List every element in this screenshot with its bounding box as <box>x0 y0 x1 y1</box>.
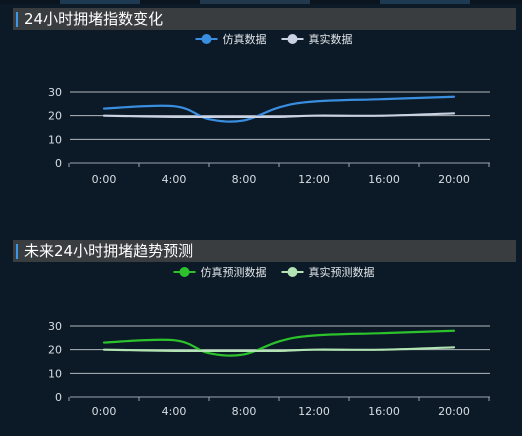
chart-congestion-forecast: 仿真预测数据 真实预测数据 0 10 20 30 0:00 4:00 8:00 12:00 16:0… <box>48 265 490 418</box>
x-tick-label: 8:00 <box>232 405 257 418</box>
series-line <box>102 346 456 353</box>
chart-congestion-index: 仿真数据 真实数据 0 10 20 30 0:00 4:00 8:00 12:00 16:00 20:… <box>48 32 490 186</box>
x-tick-label: 16:00 <box>368 405 400 418</box>
x-tick-label: 0:00 <box>92 173 117 186</box>
legend-dot-icon <box>201 34 212 44</box>
x-tick-label: 16:00 <box>368 173 400 186</box>
series-line <box>102 112 456 119</box>
x-tick-label: 4:00 <box>162 173 187 186</box>
y-tick-label: 0 <box>55 391 62 404</box>
legend-dot-icon <box>287 34 298 44</box>
chart-panel-congestion-index: 24小时拥堵指数变化 仿真数据 真实数据 0 10 20 30 0:00 4:00 8:00 12… <box>13 8 516 213</box>
legend-label: 真实数据 <box>309 32 353 46</box>
y-tick-label: 30 <box>48 86 62 99</box>
legend-dot-icon <box>179 267 190 277</box>
x-tick-label: 12:00 <box>298 405 330 418</box>
x-tick-label: 20:00 <box>438 173 470 186</box>
top-strip <box>0 0 522 4</box>
legend-item[interactable]: 真实预测数据 <box>281 265 375 279</box>
y-tick-label: 20 <box>48 110 62 123</box>
legend-item[interactable]: 真实数据 <box>281 32 353 46</box>
x-tick-label: 0:00 <box>92 405 117 418</box>
y-tick-label: 30 <box>48 320 62 333</box>
x-tick-label: 20:00 <box>438 405 470 418</box>
x-tick-label: 8:00 <box>232 173 257 186</box>
x-tick-label: 12:00 <box>298 173 330 186</box>
y-tick-label: 10 <box>48 367 62 380</box>
y-tick-label: 20 <box>48 344 62 357</box>
y-tick-label: 0 <box>55 157 62 170</box>
legend-label: 仿真预测数据 <box>201 265 267 279</box>
legend-label: 仿真数据 <box>223 32 267 46</box>
y-tick-label: 10 <box>48 133 62 146</box>
legend-dot-icon <box>287 267 298 277</box>
legend-label: 真实预测数据 <box>309 265 375 279</box>
x-tick-label: 4:00 <box>162 405 187 418</box>
legend-item[interactable]: 仿真预测数据 <box>173 265 267 279</box>
chart-panel-congestion-forecast: 未来24小时拥堵趋势预测 仿真预测数据 真实预测数据 0 10 20 30 0:00 4:00… <box>13 240 516 430</box>
legend-item[interactable]: 仿真数据 <box>195 32 267 46</box>
